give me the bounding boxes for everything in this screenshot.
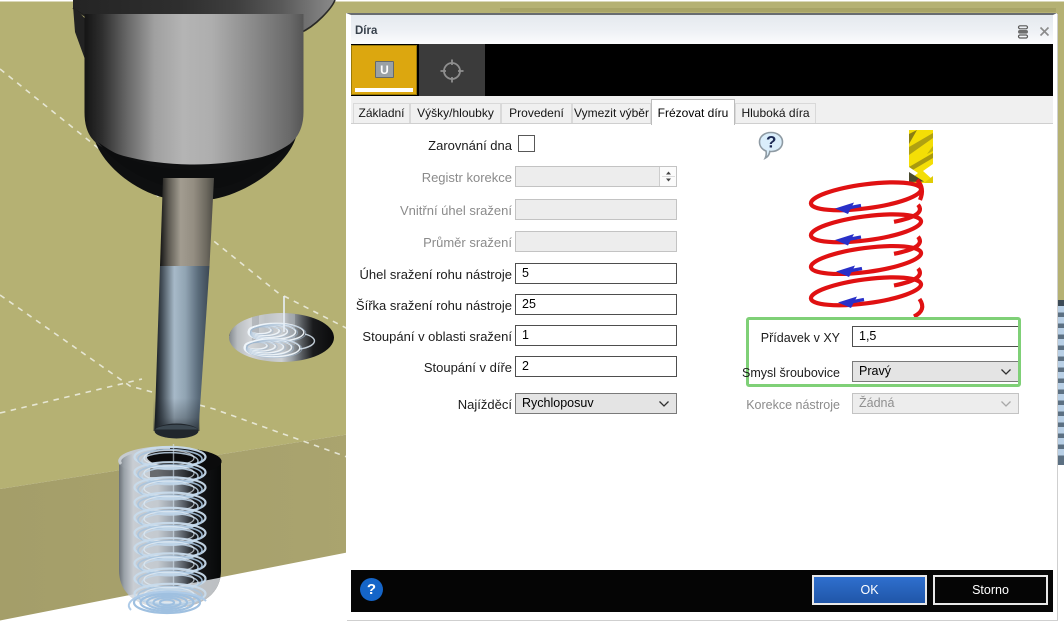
- svg-text:?: ?: [766, 133, 776, 152]
